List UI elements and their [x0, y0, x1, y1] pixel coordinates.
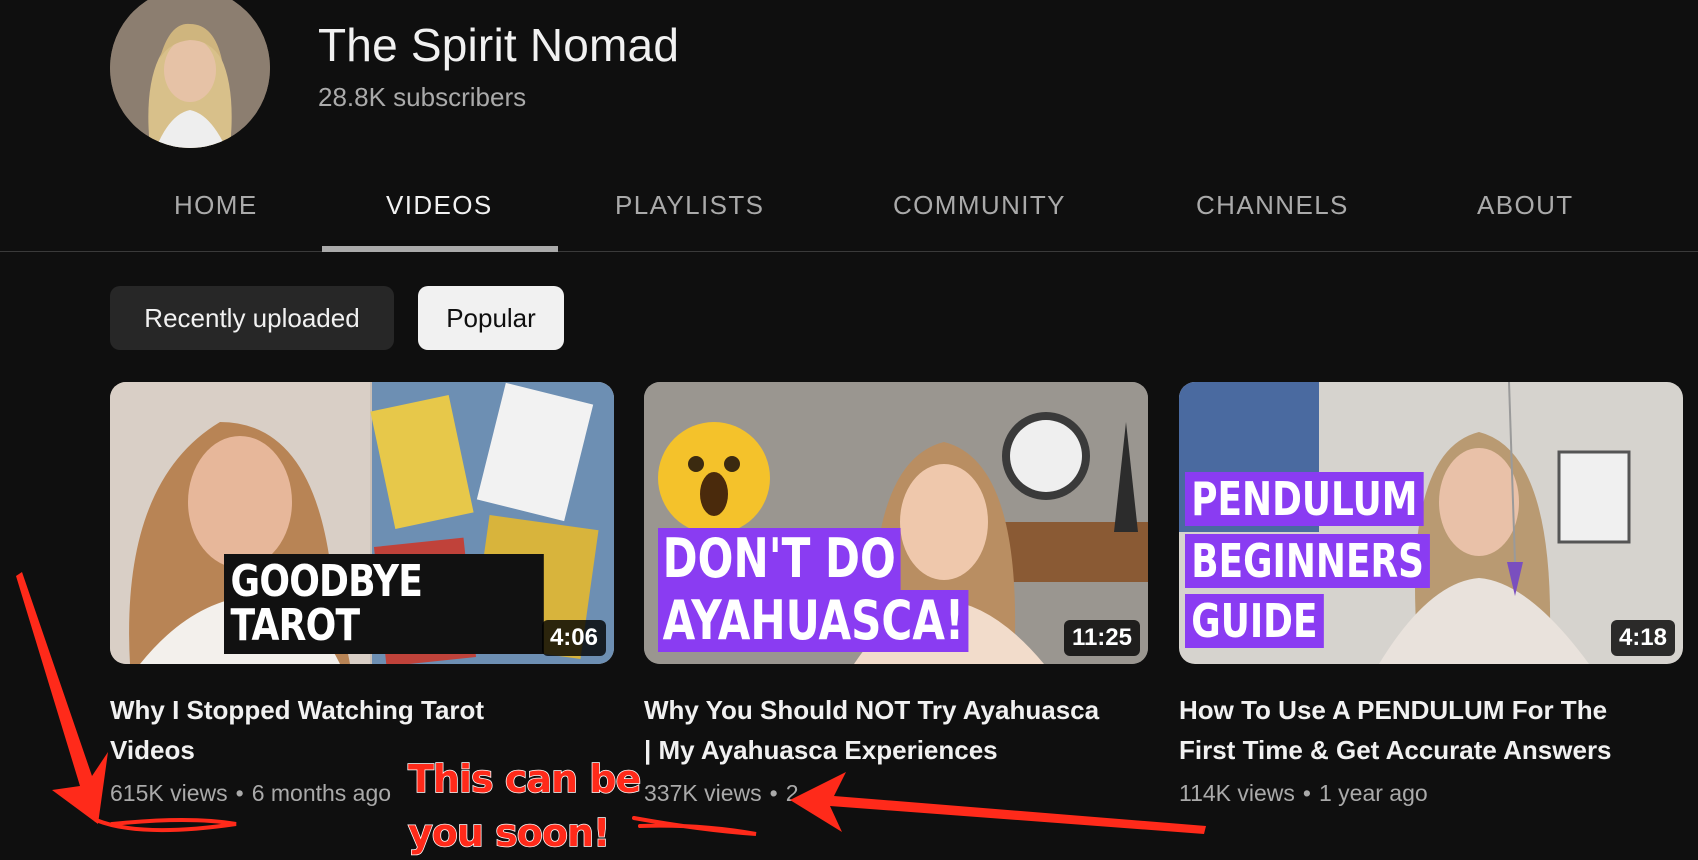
- thumbnail-caption: GOODBYE TAROT: [224, 554, 544, 654]
- video-duration: 4:06: [541, 620, 606, 656]
- video-title-line: First Time & Get Accurate Answers: [1179, 735, 1612, 765]
- upload-age: 1 year ago: [1318, 780, 1428, 806]
- popular-chip[interactable]: Popular: [418, 286, 564, 350]
- video-thumbnail[interactable]: DON'T DO AYAHUASCA! 11:25: [644, 382, 1148, 664]
- recently-uploaded-chip[interactable]: Recently uploaded: [110, 286, 394, 350]
- video-meta: 337K views • 2: [644, 780, 1148, 807]
- channel-name: The Spirit Nomad: [318, 19, 680, 71]
- channel-tabs: HOME VIDEOS PLAYLISTS COMMUNITY CHANNELS…: [0, 160, 1698, 252]
- video-title[interactable]: Why You Should NOT Try Ayahuasca | My Ay…: [644, 690, 1148, 770]
- video-meta: 114K views • 1 year ago: [1179, 780, 1683, 807]
- subscriber-count: 28.8K subscribers: [318, 82, 527, 112]
- annotation-line: you soon!: [407, 810, 611, 856]
- separator-dot: •: [769, 780, 778, 806]
- avatar-image: [110, 0, 270, 148]
- upload-age: 2: [785, 780, 799, 806]
- video-title-line: How To Use A PENDULUM For The: [1179, 695, 1608, 725]
- separator-dot: •: [235, 780, 244, 806]
- video-card[interactable]: DON'T DO AYAHUASCA! 11:25 Why You Should…: [644, 382, 1148, 807]
- thumbnail-caption: AYAHUASCA!: [658, 590, 969, 652]
- red-underline-left: [94, 818, 237, 833]
- red-underline-right: [632, 816, 757, 836]
- thumbnail-caption: PENDULUM: [1185, 472, 1424, 526]
- video-title-line: | My Ayahuasca Experiences: [644, 735, 998, 765]
- view-count: 615K views: [110, 780, 228, 806]
- tab-home[interactable]: HOME: [174, 190, 258, 221]
- video-card[interactable]: PENDULUM BEGINNERS GUIDE 4:18 How To Use…: [1179, 382, 1683, 807]
- tab-videos[interactable]: VIDEOS: [386, 190, 493, 221]
- view-count: 114K views: [1179, 780, 1295, 806]
- video-duration: 11:25: [1063, 620, 1140, 656]
- thumbnail-caption: GUIDE: [1185, 594, 1324, 648]
- active-tab-indicator: [322, 246, 558, 252]
- annotation-line: This can be: [407, 756, 642, 802]
- upload-age: 6 months ago: [251, 780, 392, 806]
- tab-community[interactable]: COMMUNITY: [893, 190, 1066, 221]
- video-title-line: Why You Should NOT Try Ayahuasca: [644, 695, 1100, 725]
- tab-about[interactable]: ABOUT: [1477, 190, 1574, 221]
- video-thumbnail[interactable]: PENDULUM BEGINNERS GUIDE 4:18: [1179, 382, 1683, 664]
- thumbnail-caption: DON'T DO: [658, 528, 901, 590]
- video-title-line: Why I Stopped Watching Tarot: [110, 695, 485, 725]
- channel-avatar[interactable]: [110, 0, 270, 148]
- separator-dot: •: [1302, 780, 1311, 806]
- view-count: 337K views: [644, 780, 762, 806]
- video-duration: 4:18: [1610, 620, 1675, 656]
- red-arrow-left: [16, 572, 108, 824]
- tab-playlists[interactable]: PLAYLISTS: [615, 190, 764, 221]
- tab-channels[interactable]: CHANNELS: [1196, 190, 1349, 221]
- video-card[interactable]: GOODBYE TAROT 4:06 Why I Stopped Watchin…: [110, 382, 614, 807]
- video-title[interactable]: How To Use A PENDULUM For The First Time…: [1179, 690, 1683, 770]
- video-thumbnail[interactable]: GOODBYE TAROT 4:06: [110, 382, 614, 664]
- annotation-callout: This can be you soon!: [407, 752, 642, 860]
- thumbnail-caption: BEGINNERS: [1185, 534, 1431, 588]
